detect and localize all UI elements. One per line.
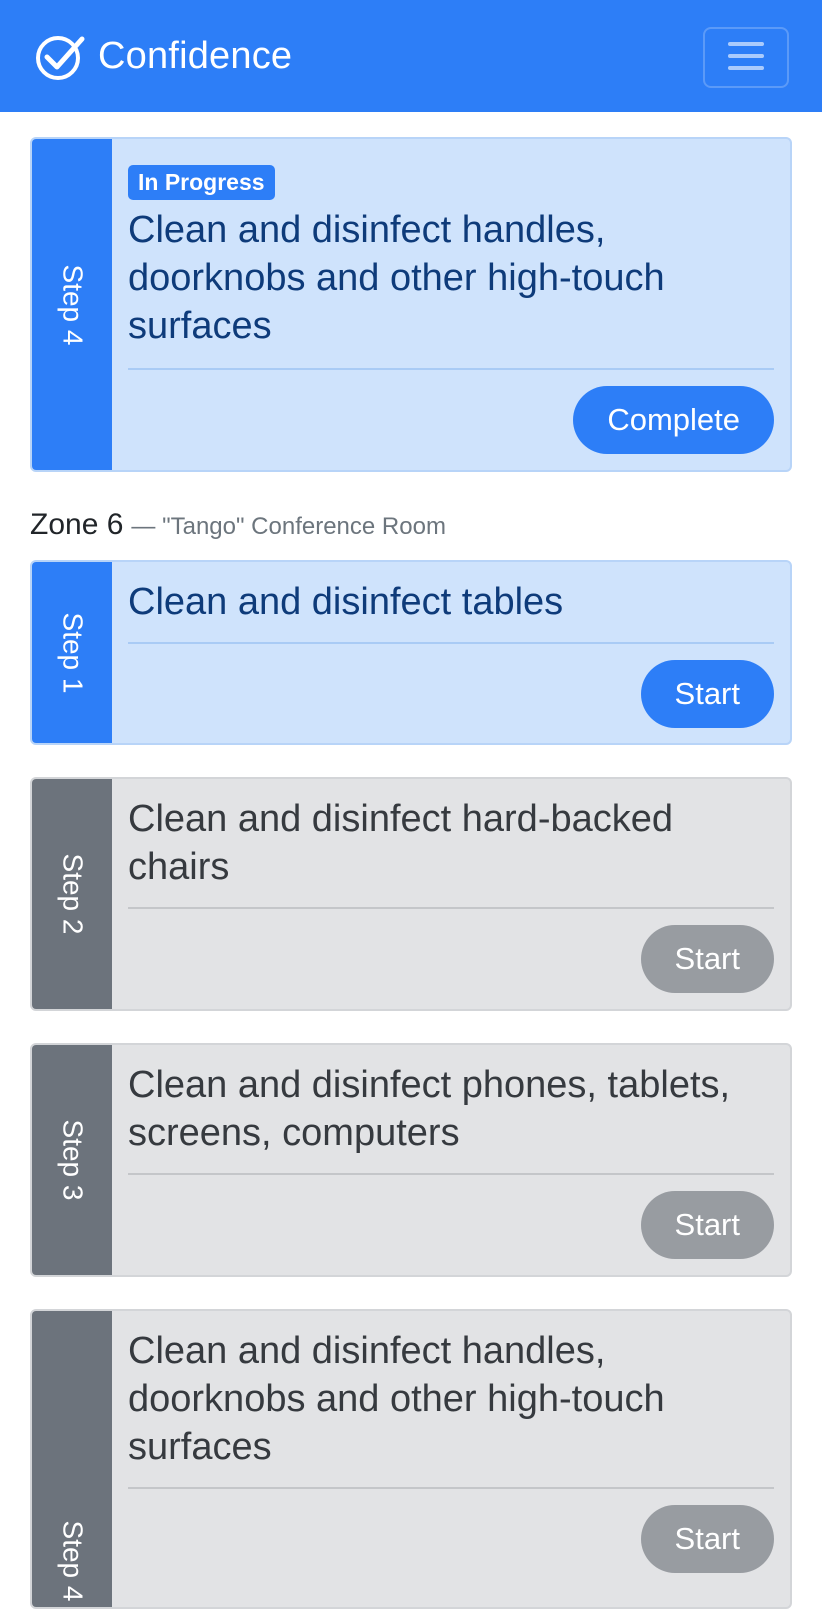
start-button[interactable]: Start: [640, 1191, 774, 1259]
zone-heading: Zone 6 — "Tango" Conference Room: [30, 508, 792, 542]
step-number: Step 1: [57, 612, 89, 693]
step-title: Clean and disinfect tables: [128, 581, 564, 623]
complete-button[interactable]: Complete: [573, 386, 774, 454]
current-step-card: Step 4 In Progress Clean and disinfect h…: [30, 137, 792, 472]
step-side-label: Step 4: [32, 1311, 112, 1607]
brand[interactable]: Confidence: [32, 28, 292, 84]
navbar: Confidence: [0, 0, 822, 112]
step-card: Step 4 Clean and disinfect handles, door…: [30, 1309, 792, 1609]
start-button[interactable]: Start: [640, 660, 774, 728]
step-side-label: Step 4: [32, 139, 112, 470]
menu-toggle-button[interactable]: [703, 27, 789, 88]
zone-name: Zone 6: [30, 508, 124, 541]
step-title: Clean and disinfect handles, doorknobs a…: [128, 1330, 665, 1468]
step-title: Clean and disinfect hard-backed chairs: [128, 798, 674, 888]
step-number: Step 3: [57, 1119, 89, 1201]
step-title: Clean and disinfect handles, doorknobs a…: [128, 209, 665, 347]
step-number: Step 4: [57, 264, 89, 345]
hamburger-menu-icon: [727, 39, 765, 76]
start-button[interactable]: Start: [640, 1505, 774, 1573]
step-side-label: Step 1: [32, 562, 112, 743]
zone-subtitle: — "Tango" Conference Room: [131, 513, 446, 540]
step-side-label: Step 3: [32, 1045, 112, 1275]
start-button[interactable]: Start: [640, 925, 774, 993]
step-list: Step 4 In Progress Clean and disinfect h…: [30, 137, 792, 1609]
step-title: Clean and disinfect phones, tablets, scr…: [128, 1064, 731, 1154]
step-side-label: Step 2: [32, 779, 112, 1009]
step-card: Step 1 Clean and disinfect tables Start: [30, 560, 792, 745]
step-number: Step 2: [57, 853, 89, 935]
status-badge: In Progress: [128, 165, 275, 200]
step-number: Step 4: [57, 1520, 89, 1602]
step-card: Step 2 Clean and disinfect hard-backed c…: [30, 777, 792, 1011]
app-title: Confidence: [98, 34, 293, 77]
step-card: Step 3 Clean and disinfect phones, table…: [30, 1043, 792, 1277]
check-circle-icon: [32, 28, 88, 84]
